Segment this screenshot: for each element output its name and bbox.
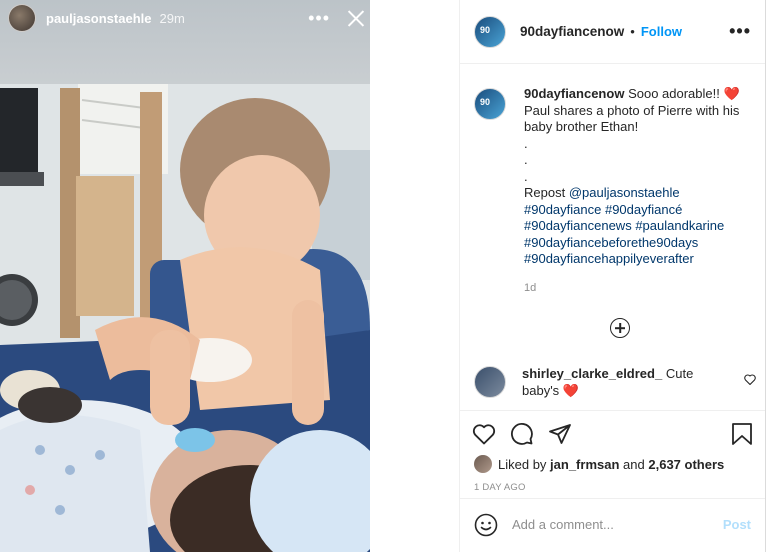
- caption-line: Paul shares a photo of Pierre with his: [524, 102, 740, 118]
- caption-avatar[interactable]: [474, 88, 506, 120]
- caption-text-first: Sooo adorable!!: [628, 86, 720, 101]
- story-header: pauljasonstaehle 29m •••: [8, 4, 364, 32]
- comment-icon[interactable]: [510, 422, 534, 446]
- add-comment-bar: Add a comment... Post: [460, 498, 765, 550]
- caption-time: 1d: [524, 281, 537, 294]
- comment-like-icon[interactable]: [744, 374, 756, 385]
- emoji-icon[interactable]: [474, 513, 498, 537]
- separator-dot: •: [630, 24, 635, 39]
- hashtag-link[interactable]: #90dayfiancé: [605, 202, 682, 217]
- action-bar: [460, 411, 765, 447]
- commenter-avatar[interactable]: [474, 366, 506, 398]
- post-date: 1 DAY AGO: [474, 482, 526, 493]
- liker-username[interactable]: jan_frmsan: [550, 457, 619, 472]
- caption-line: .: [524, 168, 528, 184]
- story-photo: pauljasonstaehle 29m •••: [0, 0, 370, 552]
- author-username[interactable]: 90dayfiancenow: [520, 24, 624, 39]
- liked-by-label: Liked by: [498, 456, 547, 472]
- more-horizontal-icon[interactable]: •••: [308, 8, 330, 29]
- liker-avatar[interactable]: [474, 455, 492, 473]
- story-avatar[interactable]: [8, 4, 36, 32]
- likes-count[interactable]: 2,637 others: [648, 457, 724, 472]
- author-avatar[interactable]: [474, 15, 506, 48]
- caption-line: .: [524, 135, 528, 151]
- hashtag-link[interactable]: #90dayfiance: [524, 202, 601, 217]
- comment-text-2: baby's: [522, 382, 560, 398]
- more-horizontal-icon[interactable]: •••: [729, 21, 751, 42]
- post-header: 90dayfiancenow • Follow •••: [460, 0, 765, 64]
- likes-summary: Liked by jan_frmsan and 2,637 others: [460, 447, 765, 473]
- close-icon[interactable]: [348, 10, 364, 26]
- repost-label: Repost: [524, 185, 566, 200]
- post-panel: 90dayfiancenow • Follow ••• 90dayfiancen…: [459, 0, 766, 552]
- caption-body: 90dayfiancenow Sooo adorable!! ❤️ Paul s…: [524, 86, 740, 366]
- story-time: 29m: [159, 10, 185, 26]
- comment-input[interactable]: Add a comment...: [512, 517, 723, 532]
- bookmark-icon[interactable]: [731, 422, 753, 446]
- story-username[interactable]: pauljasonstaehle: [46, 11, 151, 26]
- heart-emoji: ❤️: [723, 86, 740, 101]
- comment-body: shirley_clarke_eldred_ Cute baby's ❤️: [522, 366, 693, 399]
- hashtag-link[interactable]: #90dayfiancenews: [524, 218, 632, 233]
- comment-item: shirley_clarke_eldred_ Cute baby's ❤️: [474, 366, 756, 399]
- likes-and: and: [623, 456, 645, 472]
- caption-username[interactable]: 90dayfiancenow: [524, 86, 624, 101]
- share-icon[interactable]: [548, 422, 572, 446]
- hashtag-link[interactable]: #90dayfiancebeforethe90days: [524, 235, 698, 250]
- caption-line: baby brother Ethan!: [524, 119, 639, 134]
- commenter-username[interactable]: shirley_clarke_eldred_: [522, 366, 662, 381]
- hashtag-link[interactable]: #paulandkarine: [635, 218, 724, 233]
- post-comment-button[interactable]: Post: [723, 517, 751, 532]
- hashtag-link[interactable]: #90dayfiancehappilyeverafter: [524, 251, 694, 266]
- repost-mention-link[interactable]: @pauljasonstaehle: [569, 185, 680, 200]
- caption-line: .: [524, 152, 528, 167]
- like-icon[interactable]: [472, 423, 496, 445]
- actions-section: Liked by jan_frmsan and 2,637 others 1 D…: [460, 410, 765, 493]
- caption-lines: Paul shares a photo of Pierre with his b…: [524, 103, 740, 268]
- comment-text: Cute: [665, 366, 694, 381]
- heart-emoji: ❤️: [562, 382, 579, 398]
- load-more-comments-icon[interactable]: [610, 318, 630, 338]
- follow-button[interactable]: Follow: [641, 24, 682, 39]
